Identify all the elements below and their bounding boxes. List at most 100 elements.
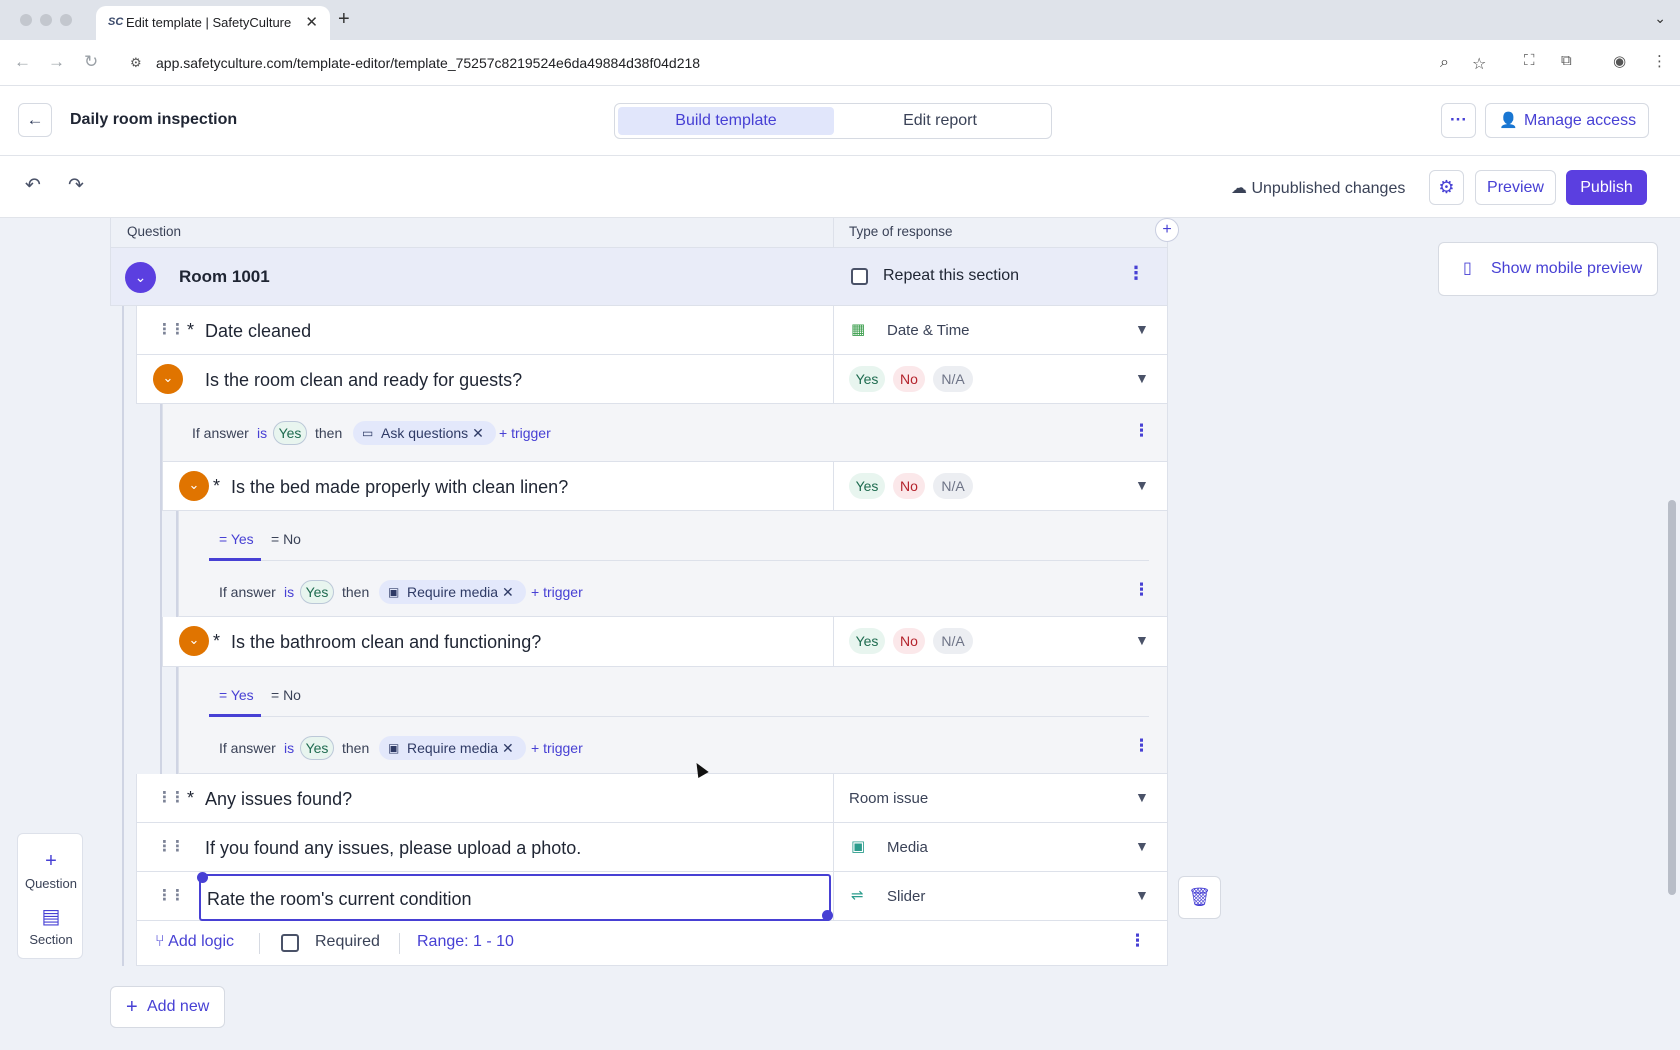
tab-close-icon[interactable]: ✕ bbox=[305, 13, 318, 31]
delete-trash-icon[interactable]: 🗑 bbox=[1178, 876, 1221, 919]
reload-icon[interactable]: ↻ bbox=[84, 52, 98, 72]
tab-search-icon[interactable]: ⌄ bbox=[1654, 10, 1666, 27]
drag-handle-icon[interactable]: ⋮⋮ bbox=[157, 837, 185, 855]
response-type-label[interactable]: Room issue bbox=[849, 790, 928, 807]
question-row[interactable]: ⌄ * Is the bathroom clean and functionin… bbox=[162, 617, 1168, 667]
chevron-down-icon[interactable]: ▼ bbox=[1135, 321, 1149, 337]
tab-build-template[interactable]: Build template bbox=[618, 107, 834, 135]
section-title[interactable]: Room 1001 bbox=[179, 267, 270, 287]
question-text[interactable]: Is the room clean and ready for guests? bbox=[205, 370, 522, 391]
window-minimize-dot[interactable] bbox=[40, 14, 52, 26]
bookmark-star-icon[interactable]: ☆ bbox=[1472, 54, 1486, 74]
section-collapse-chevron-icon[interactable]: ⌄ bbox=[125, 262, 156, 293]
drag-handle-icon[interactable]: ⋮⋮ bbox=[157, 886, 185, 904]
forward-arrow-icon[interactable]: → bbox=[48, 52, 65, 72]
question-row[interactable]: ⋮⋮ * Any issues found? Room issue ▼ bbox=[136, 774, 1168, 823]
drag-handle-icon[interactable]: ⋮⋮ bbox=[157, 320, 185, 338]
zoom-icon[interactable]: ⌕ bbox=[1440, 54, 1449, 72]
chevron-down-icon[interactable]: ▼ bbox=[1135, 789, 1149, 805]
selection-handle-top-left[interactable] bbox=[197, 872, 208, 883]
question-collapse-chevron-icon[interactable]: ⌄ bbox=[179, 471, 209, 501]
section-menu-icon[interactable]: ⋮ bbox=[1127, 263, 1145, 284]
question-menu-icon[interactable]: ⋮ bbox=[1129, 931, 1146, 951]
question-text[interactable]: Date cleaned bbox=[205, 321, 311, 342]
extensions-icon[interactable]: ⧉ bbox=[1561, 52, 1572, 69]
require-media-chip[interactable]: ▣ Require media ✕ bbox=[379, 580, 526, 604]
url-text[interactable]: app.safetyculture.com/template-editor/te… bbox=[156, 55, 700, 71]
question-text[interactable]: Rate the room's current condition bbox=[207, 889, 472, 910]
add-new-button[interactable]: + Add new bbox=[110, 986, 225, 1028]
tab-edit-report[interactable]: Edit report bbox=[832, 107, 1048, 135]
logic-tab-yes[interactable]: = Yes bbox=[219, 687, 254, 703]
publish-button[interactable]: Publish bbox=[1566, 170, 1647, 205]
response-type-label[interactable]: Media bbox=[887, 839, 928, 856]
add-trigger-link[interactable]: + trigger bbox=[499, 425, 551, 441]
redo-icon[interactable]: ↷ bbox=[68, 174, 84, 197]
logic-tab-no[interactable]: = No bbox=[271, 687, 301, 703]
repeat-section-checkbox[interactable] bbox=[851, 268, 868, 285]
chevron-down-icon[interactable]: ▼ bbox=[1135, 632, 1149, 648]
show-mobile-preview-button[interactable]: ▯ Show mobile preview bbox=[1438, 242, 1658, 296]
ask-questions-chip[interactable]: ▭ Ask questions ✕ bbox=[353, 421, 496, 445]
required-checkbox[interactable] bbox=[281, 934, 299, 952]
question-row[interactable]: ⋮⋮ * Date cleaned ▦ Date & Time ▼ bbox=[136, 306, 1168, 355]
chip-remove-icon[interactable]: ✕ bbox=[502, 584, 514, 600]
add-trigger-link[interactable]: + trigger bbox=[531, 740, 583, 756]
question-text[interactable]: Is the bed made properly with clean line… bbox=[231, 477, 568, 498]
require-media-chip[interactable]: ▣ Require media ✕ bbox=[379, 736, 526, 760]
browser-tab[interactable]: SC Edit template | SafetyCulture ✕ bbox=[96, 6, 330, 40]
preview-button[interactable]: Preview bbox=[1475, 170, 1556, 205]
site-info-icon[interactable]: ⚙ bbox=[130, 55, 142, 71]
screenshot-icon[interactable]: ⛶ bbox=[1524, 52, 1535, 69]
question-collapse-chevron-icon[interactable]: ⌄ bbox=[179, 626, 209, 656]
range-setting-link[interactable]: Range: 1 - 10 bbox=[417, 933, 514, 951]
settings-gear-button[interactable]: ⚙ bbox=[1429, 170, 1464, 205]
response-type-label[interactable]: Date & Time bbox=[887, 322, 970, 339]
question-text[interactable]: Is the bathroom clean and functioning? bbox=[231, 632, 541, 653]
logic-operator[interactable]: is bbox=[257, 425, 267, 441]
question-text-input[interactable]: Rate the room's current condition bbox=[199, 874, 831, 921]
manage-access-button[interactable]: 👤 Manage access bbox=[1485, 103, 1649, 138]
question-text[interactable]: If you found any issues, please upload a… bbox=[205, 838, 581, 859]
address-bar[interactable]: ⚙ app.safetyculture.com/template-editor/… bbox=[118, 46, 1486, 80]
profile-icon[interactable]: ◉ bbox=[1613, 52, 1626, 70]
drag-handle-icon[interactable]: ⋮⋮ bbox=[157, 788, 185, 806]
chip-remove-icon[interactable]: ✕ bbox=[502, 740, 514, 756]
question-collapse-chevron-icon[interactable]: ⌄ bbox=[153, 364, 183, 394]
add-question-button[interactable]: + Question bbox=[18, 850, 84, 891]
question-row[interactable]: ⋮⋮ If you found any issues, please uploa… bbox=[136, 823, 1168, 872]
section-header-row[interactable]: ⌄ Room 1001 Repeat this section ⋮ bbox=[110, 248, 1168, 306]
back-button[interactable]: ← bbox=[18, 103, 52, 137]
question-row[interactable]: ⌄ Is the room clean and ready for guests… bbox=[136, 355, 1168, 404]
response-type-label[interactable]: Slider bbox=[887, 888, 925, 905]
logic-answer-yes[interactable]: Yes bbox=[300, 580, 334, 604]
logic-operator[interactable]: is bbox=[284, 740, 294, 756]
more-options-button[interactable]: ··· bbox=[1441, 103, 1476, 138]
logic-menu-icon[interactable]: ⋮ bbox=[1133, 736, 1150, 756]
new-tab-icon[interactable]: + bbox=[338, 8, 350, 31]
template-title[interactable]: Daily room inspection bbox=[70, 111, 237, 129]
chevron-down-icon[interactable]: ▼ bbox=[1135, 838, 1149, 854]
back-arrow-icon[interactable]: ← bbox=[14, 52, 31, 72]
selection-handle-bottom-right[interactable] bbox=[822, 910, 833, 921]
add-column-plus-icon[interactable]: + bbox=[1155, 218, 1179, 242]
logic-answer-yes[interactable]: Yes bbox=[273, 421, 307, 445]
logic-menu-icon[interactable]: ⋮ bbox=[1133, 580, 1150, 600]
window-zoom-dot[interactable] bbox=[60, 14, 72, 26]
chevron-down-icon[interactable]: ▼ bbox=[1135, 477, 1149, 493]
add-section-button[interactable]: ▤ Section bbox=[18, 904, 84, 947]
logic-tab-yes[interactable]: = Yes bbox=[219, 531, 254, 547]
question-row[interactable]: ⌄ * Is the bed made properly with clean … bbox=[162, 462, 1168, 511]
page-scrollbar[interactable] bbox=[1668, 500, 1676, 895]
window-close-dot[interactable] bbox=[20, 14, 32, 26]
browser-menu-icon[interactable]: ⋮ bbox=[1652, 52, 1667, 70]
logic-answer-yes[interactable]: Yes bbox=[300, 736, 334, 760]
chevron-down-icon[interactable]: ▼ bbox=[1135, 370, 1149, 386]
add-logic-button[interactable]: ⑂ Add logic bbox=[155, 933, 234, 951]
add-trigger-link[interactable]: + trigger bbox=[531, 584, 583, 600]
chip-remove-icon[interactable]: ✕ bbox=[472, 425, 484, 441]
question-text[interactable]: Any issues found? bbox=[205, 789, 352, 810]
chevron-down-icon[interactable]: ▼ bbox=[1135, 887, 1149, 903]
logic-tab-no[interactable]: = No bbox=[271, 531, 301, 547]
logic-menu-icon[interactable]: ⋮ bbox=[1133, 421, 1150, 441]
